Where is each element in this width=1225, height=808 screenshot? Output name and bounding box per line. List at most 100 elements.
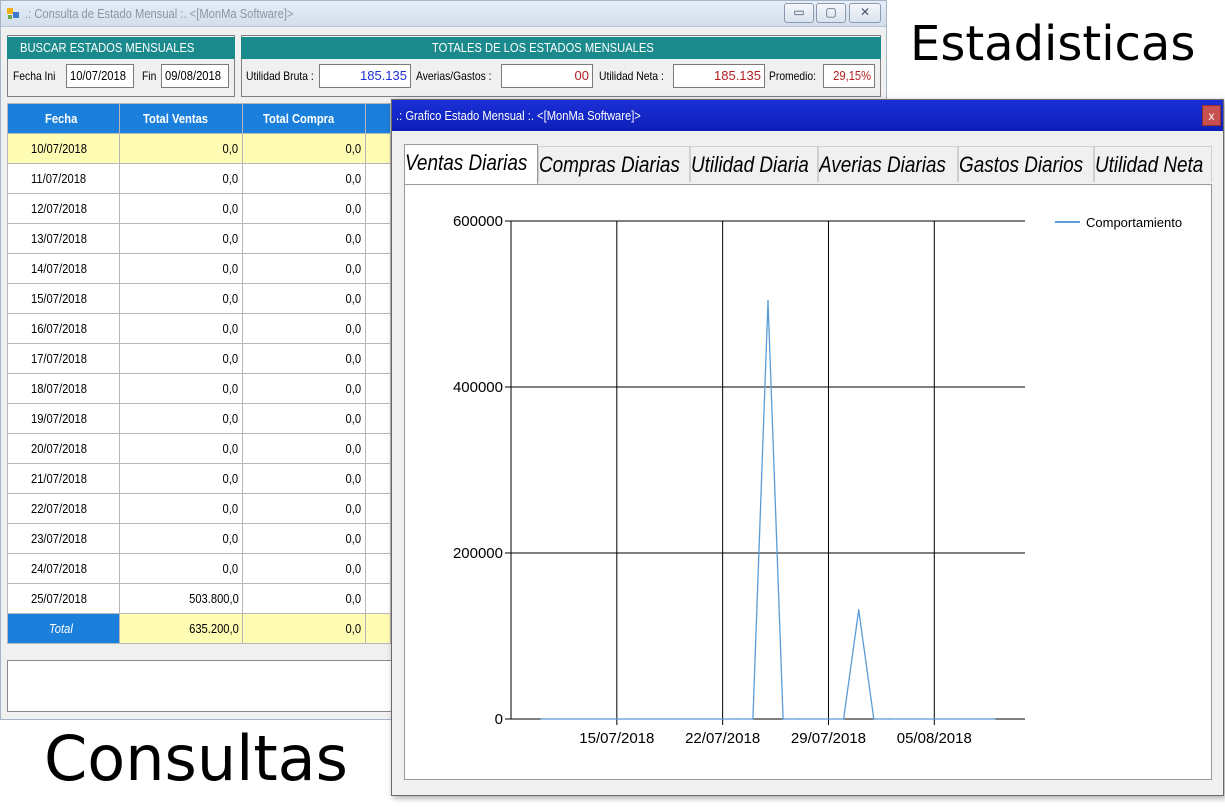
table-row[interactable]: 11/07/2018 0,0 0,0 xyxy=(7,163,391,194)
hidden-cell xyxy=(365,133,391,164)
date-cell: 19/07/2018 xyxy=(7,403,120,434)
consultas-caption: Consultas xyxy=(44,722,348,795)
purchases-cell-text: 0,0 xyxy=(345,141,362,156)
sales-cell-text: 0,0 xyxy=(222,201,239,216)
sales-cell-text: 0,0 xyxy=(222,321,239,336)
table-row[interactable]: 24/07/2018 0,0 0,0 xyxy=(7,553,391,584)
date-cell: 12/07/2018 xyxy=(7,193,120,224)
column-header-total-ventas[interactable]: Total Ventas xyxy=(118,103,244,134)
table-row[interactable]: 22/07/2018 0,0 0,0 xyxy=(7,493,391,524)
tab-label: Ventas Diarias xyxy=(405,150,528,175)
main-titlebar[interactable]: .: Consulta de Estado Mensual :. <[MonMa… xyxy=(1,1,886,27)
sales-cell: 0,0 xyxy=(118,433,244,464)
hidden-cell xyxy=(365,253,391,284)
totals-title-text: TOTALES DE LOS ESTADOS MENSUALES xyxy=(432,40,654,55)
start-date-label: Fecha Ini xyxy=(13,69,56,83)
total-sales: 635.200,0 xyxy=(118,613,244,644)
minimize-button[interactable]: ▭ xyxy=(784,3,814,23)
chart-titlebar[interactable]: .: Grafico Estado Mensual :. <[MonMa Sof… xyxy=(392,100,1223,131)
table-body: 10/07/2018 0,0 0,0 11/07/2018 0,0 0,0 12/07/20… xyxy=(7,133,391,614)
tab-compras-diarias[interactable]: Compras Diarias xyxy=(538,146,690,182)
gross-profit-field: 185.135 xyxy=(319,64,411,88)
date-cell-text: 20/07/2018 xyxy=(30,441,87,456)
sales-cell: 0,0 xyxy=(118,373,244,404)
table-header-row: Fecha Total Ventas Total Compra xyxy=(7,103,391,134)
table-row[interactable]: 25/07/2018 503.800,0 0,0 xyxy=(7,583,391,614)
x-tick-label: 05/08/2018 xyxy=(897,730,972,747)
sales-cell-text: 0,0 xyxy=(222,501,239,516)
table-row[interactable]: 20/07/2018 0,0 0,0 xyxy=(7,433,391,464)
table-row[interactable]: 18/07/2018 0,0 0,0 xyxy=(7,373,391,404)
data-point xyxy=(752,718,754,720)
notes-box[interactable] xyxy=(7,660,407,712)
column-header-total-compra[interactable]: Total Compra xyxy=(242,103,367,134)
purchases-cell: 0,0 xyxy=(242,493,367,524)
gross-profit-label: Utilidad Bruta : xyxy=(246,69,314,83)
series-line-0 xyxy=(541,300,995,720)
average-field: 29,15% xyxy=(823,64,875,88)
table-row[interactable]: 13/07/2018 0,0 0,0 xyxy=(7,223,391,254)
tab-label: Utilidad Diaria xyxy=(691,152,809,177)
date-cell-text: 23/07/2018 xyxy=(30,531,87,546)
table-row[interactable]: 21/07/2018 0,0 0,0 xyxy=(7,463,391,494)
sales-cell: 0,0 xyxy=(118,223,244,254)
sales-cell-text: 0,0 xyxy=(222,561,239,576)
sales-cell-text: 0,0 xyxy=(222,411,239,426)
purchases-cell-text: 0,0 xyxy=(345,201,362,216)
hidden-cell xyxy=(365,343,391,374)
purchases-cell-text: 0,0 xyxy=(345,531,362,546)
table-row[interactable]: 23/07/2018 0,0 0,0 xyxy=(7,523,391,554)
sales-cell-text: 0,0 xyxy=(222,471,239,486)
close-button[interactable]: ✕ xyxy=(849,3,881,23)
chart-close-button[interactable]: x xyxy=(1202,105,1221,126)
average-label: Promedio: xyxy=(769,69,817,83)
table-row[interactable]: 15/07/2018 0,0 0,0 xyxy=(7,283,391,314)
start-date-field[interactable]: 10/07/2018 xyxy=(66,64,134,88)
estadisticas-caption: Estadisticas xyxy=(910,16,1196,72)
table-row[interactable]: 14/07/2018 0,0 0,0 xyxy=(7,253,391,284)
sales-cell: 503.800,0 xyxy=(118,583,244,614)
app-icon xyxy=(7,8,19,19)
total-purchases-text: 0,0 xyxy=(345,621,362,636)
table-row[interactable]: 10/07/2018 0,0 0,0 xyxy=(7,133,391,164)
tab-averias-diarias[interactable]: Averias Diarias xyxy=(818,146,958,182)
tab-ventas-diarias[interactable]: Ventas Diarias xyxy=(404,144,538,184)
tab-gastos-diarios[interactable]: Gastos Diarios xyxy=(958,146,1094,182)
maximize-button[interactable]: ▢ xyxy=(816,3,846,23)
date-cell: 14/07/2018 xyxy=(7,253,120,284)
table-row[interactable]: 19/07/2018 0,0 0,0 xyxy=(7,403,391,434)
purchases-cell-text: 0,0 xyxy=(345,381,362,396)
table-row[interactable]: 17/07/2018 0,0 0,0 xyxy=(7,343,391,374)
sales-cell: 0,0 xyxy=(118,343,244,374)
date-cell-text: 17/07/2018 xyxy=(30,351,87,366)
average-value: 29,15% xyxy=(833,68,872,83)
purchases-cell-text: 0,0 xyxy=(345,471,362,486)
purchases-cell: 0,0 xyxy=(242,193,367,224)
tab-utilidad-diaria[interactable]: Utilidad Diaria xyxy=(690,146,818,182)
y-tick-label: 600000 xyxy=(453,213,503,230)
purchases-cell-text: 0,0 xyxy=(345,171,362,186)
sales-cell-text: 503.800,0 xyxy=(188,591,239,606)
date-cell-text: 14/07/2018 xyxy=(30,261,87,276)
end-date-field[interactable]: 09/08/2018 xyxy=(161,64,229,88)
hidden-cell xyxy=(365,163,391,194)
purchases-cell: 0,0 xyxy=(242,253,367,284)
purchases-cell: 0,0 xyxy=(242,373,367,404)
table-row[interactable]: 12/07/2018 0,0 0,0 xyxy=(7,193,391,224)
table-row[interactable]: 16/07/2018 0,0 0,0 xyxy=(7,313,391,344)
date-cell: 22/07/2018 xyxy=(7,493,120,524)
column-header-fecha[interactable]: Fecha xyxy=(7,103,120,134)
date-cell: 15/07/2018 xyxy=(7,283,120,314)
end-date-value: 09/08/2018 xyxy=(165,68,221,83)
purchases-cell-text: 0,0 xyxy=(345,441,362,456)
tab-utilidad-neta[interactable]: Utilidad Neta xyxy=(1094,146,1212,182)
window-title: .: Consulta de Estado Mensual :. <[MonMa… xyxy=(25,6,294,21)
gross-profit-value: 185.135 xyxy=(360,68,407,83)
sales-cell: 0,0 xyxy=(118,253,244,284)
date-cell-text: 25/07/2018 xyxy=(30,591,87,606)
sales-cell: 0,0 xyxy=(118,133,244,164)
purchases-cell: 0,0 xyxy=(242,313,367,344)
hidden-cell xyxy=(365,433,391,464)
purchases-cell: 0,0 xyxy=(242,283,367,314)
losses-field: 00 xyxy=(501,64,593,88)
